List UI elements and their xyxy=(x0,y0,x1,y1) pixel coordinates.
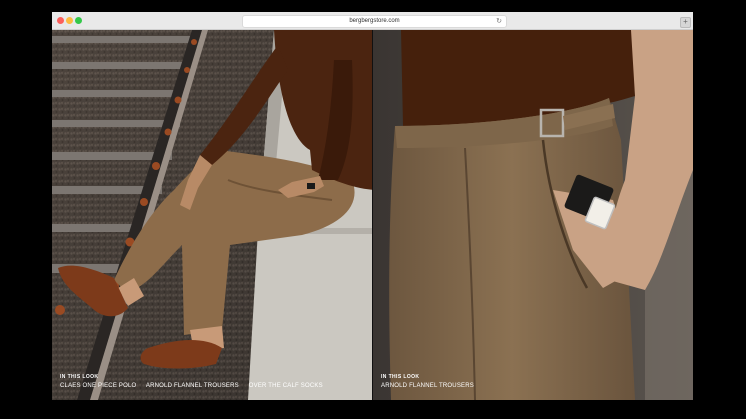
look-photo-seated-on-platform xyxy=(52,30,372,400)
close-window-button[interactable] xyxy=(57,17,64,24)
minimize-window-button[interactable] xyxy=(66,17,73,24)
look-caption-left: IN THIS LOOK CLAES ONE PIECE POLO ARNOLD… xyxy=(60,374,331,389)
product-link-trousers[interactable]: ARNOLD FLANNEL TROUSERS xyxy=(146,383,239,389)
product-link-polo[interactable]: CLAES ONE PIECE POLO xyxy=(60,383,136,389)
browser-window: bergbergstore.com ↻ + IN THIS LOOK CLAES… xyxy=(52,12,693,400)
url-text: bergbergstore.com xyxy=(349,18,400,24)
product-links: CLAES ONE PIECE POLO ARNOLD FLANNEL TROU… xyxy=(60,383,331,389)
reload-icon[interactable]: ↻ xyxy=(495,16,503,27)
browser-titlebar: bergbergstore.com ↻ + xyxy=(52,12,693,30)
in-this-look-heading: IN THIS LOOK xyxy=(60,374,99,380)
product-links: ARNOLD FLANNEL TROUSERS xyxy=(381,383,482,389)
maximize-window-button[interactable] xyxy=(75,17,82,24)
look-caption-right: IN THIS LOOK ARNOLD FLANNEL TROUSERS xyxy=(381,374,482,389)
address-bar[interactable]: bergbergstore.com ↻ xyxy=(242,15,507,28)
look-photo-trousers-closeup xyxy=(373,30,693,400)
product-link-socks[interactable]: OVER THE CALF SOCKS xyxy=(249,383,323,389)
look-panel-right[interactable]: IN THIS LOOK ARNOLD FLANNEL TROUSERS xyxy=(373,30,693,400)
new-tab-icon[interactable]: + xyxy=(680,17,691,28)
in-this-look-heading: IN THIS LOOK xyxy=(381,374,420,380)
product-link-trousers[interactable]: ARNOLD FLANNEL TROUSERS xyxy=(381,383,474,389)
look-panel-left[interactable]: IN THIS LOOK CLAES ONE PIECE POLO ARNOLD… xyxy=(52,30,372,400)
